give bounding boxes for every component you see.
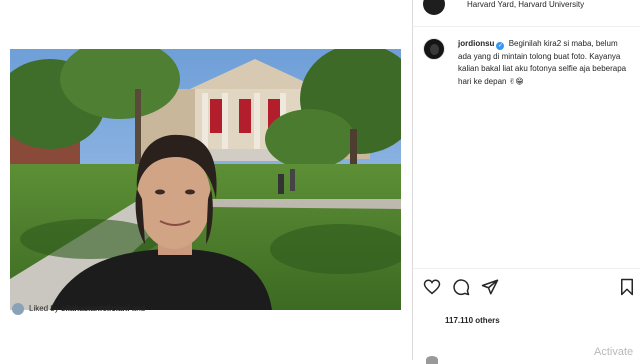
next-item-avatar	[426, 356, 438, 364]
instagram-post: Harvard Yard, Harvard University jordion…	[0, 0, 640, 364]
post-side-panel: Harvard Yard, Harvard University jordion…	[413, 0, 640, 360]
likes-summary: Liked by silahasianfeliciani and	[12, 303, 145, 315]
likes-prefix: Liked by	[29, 304, 59, 313]
caption-text-block: jordionsu ✓ Beginilah kira2 si maba, belu…	[458, 38, 628, 88]
liker-avatar[interactable]	[12, 303, 24, 315]
post-actions	[423, 278, 638, 298]
share-icon[interactable]	[481, 278, 499, 296]
liker-username[interactable]: silahasianfeliciani	[61, 304, 129, 313]
verified-badge-icon: ✓	[496, 42, 505, 50]
post-header: Harvard Yard, Harvard University	[423, 0, 584, 15]
author-username[interactable]: jordionsu	[458, 39, 494, 48]
bookmark-icon[interactable]	[618, 278, 636, 296]
selfie-photo	[10, 49, 401, 310]
activate-watermark: Activate	[594, 346, 634, 358]
header-divider	[413, 26, 640, 27]
location-link[interactable]: Harvard Yard, Harvard University	[467, 0, 584, 9]
likes-count-link[interactable]: 117.110 others	[445, 316, 500, 325]
heart-icon[interactable]	[423, 278, 441, 296]
likes-and: and	[131, 304, 146, 313]
post-caption: jordionsu ✓ Beginilah kira2 si maba, belu…	[423, 38, 635, 88]
actions-divider	[413, 268, 640, 269]
author-avatar-header[interactable]	[423, 0, 445, 15]
post-photo[interactable]	[10, 49, 401, 310]
comment-icon[interactable]	[452, 278, 470, 296]
author-avatar[interactable]	[423, 38, 445, 60]
